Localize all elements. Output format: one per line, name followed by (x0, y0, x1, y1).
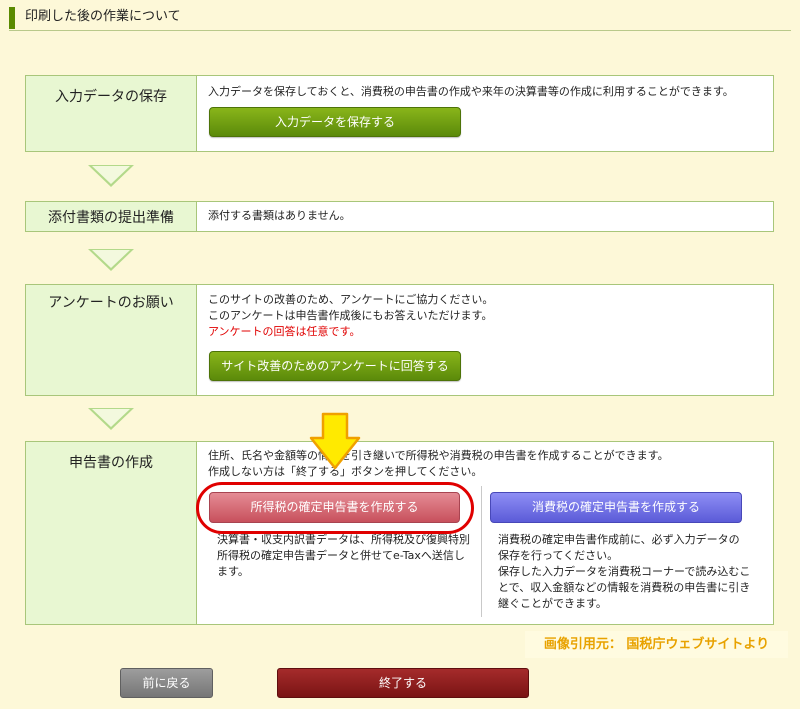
flow-arrow-1 (88, 165, 134, 187)
survey-optional-note: アンケートの回答は任意です。 (208, 325, 361, 338)
create-return-line-2: 作成しない方は「終了する」ボタンを押してください。 (208, 465, 483, 478)
consumption-tax-desc-line: 保存した入力データを消費税コーナーで読み込むこ (498, 565, 751, 578)
survey-line-2: このアンケートは申告書作成後にもお答えいただけます。 (208, 309, 493, 322)
create-return-line-1: 住所、氏名や金額等の情報を引き継いで所得税や消費税の申告書を作成することができま… (208, 449, 669, 462)
panel-attachments: 添付書類の提出準備 添付する書類はありません。 (25, 201, 774, 232)
panel-content-save-data: 入力データを保存しておくと、消費税の申告書の作成や来年の決算書等の作成に利用する… (208, 84, 767, 100)
consumption-tax-description: 消費税の確定申告書作成前に、必ず入力データの 保存を行ってください。 保存した入… (498, 532, 770, 612)
panel-label-save-data: 入力データの保存 (26, 76, 197, 151)
flow-arrow-2 (88, 249, 134, 271)
section-header-bar (9, 7, 15, 29)
page-title: 印刷した後の作業について (25, 9, 181, 24)
income-tax-desc-line: 決算書・収支内訳書データは、所得税及び復興特別 (217, 533, 470, 546)
consumption-tax-desc-line: 保存を行ってください。 (498, 549, 619, 562)
survey-line-1: このサイトの改善のため、アンケートにご協力ください。 (208, 293, 494, 306)
flow-arrow-3 (88, 408, 134, 430)
income-tax-desc-line: ます。 (217, 565, 249, 578)
panel-label-create-return: 申告書の作成 (26, 442, 197, 624)
panel-content-survey: このサイトの改善のため、アンケートにご協力ください。 このアンケートは申告書作成… (208, 292, 767, 340)
income-tax-description: 決算書・収支内訳書データは、所得税及び復興特別 所得税の確定申告書データと併せて… (217, 532, 479, 580)
finish-button[interactable]: 終了する (277, 668, 529, 698)
panel-content-attachments: 添付する書類はありません。 (208, 208, 767, 224)
answer-survey-button[interactable]: サイト改善のためのアンケートに回答する (209, 351, 461, 381)
back-button[interactable]: 前に戻る (120, 668, 213, 698)
column-divider (481, 486, 482, 617)
consumption-tax-desc-line: 消費税の確定申告書作成前に、必ず入力データの (498, 533, 740, 546)
create-consumption-tax-return-button[interactable]: 消費税の確定申告書を作成する (490, 492, 742, 523)
income-tax-desc-line: 所得税の確定申告書データと併せてe-Taxへ送信し (217, 549, 465, 562)
consumption-tax-desc-line: 継ぐことができます。 (498, 597, 607, 610)
panel-content-create-return: 住所、氏名や金額等の情報を引き継いで所得税や消費税の申告書を作成することができま… (208, 448, 767, 480)
attachments-description: 添付する書類はありません。 (208, 209, 351, 222)
section-header: 印刷した後の作業について (9, 6, 791, 31)
image-credit: 画像引用元： 国税庁ウェブサイトより (525, 631, 788, 658)
panel-save-data: 入力データの保存 入力データを保存しておくと、消費税の申告書の作成や来年の決算書… (25, 75, 774, 152)
consumption-tax-desc-line: とで、収入金額などの情報を消費税の申告書に引き (498, 581, 751, 594)
highlight-ring (196, 482, 474, 534)
save-input-data-button[interactable]: 入力データを保存する (209, 107, 461, 137)
down-arrow-icon (309, 412, 361, 470)
panel-label-survey: アンケートのお願い (26, 285, 197, 395)
save-data-description: 入力データを保存しておくと、消費税の申告書の作成や来年の決算書等の作成に利用する… (208, 85, 734, 98)
panel-label-attachments: 添付書類の提出準備 (26, 202, 197, 231)
panel-survey: アンケートのお願い このサイトの改善のため、アンケートにご協力ください。 このア… (25, 284, 774, 396)
